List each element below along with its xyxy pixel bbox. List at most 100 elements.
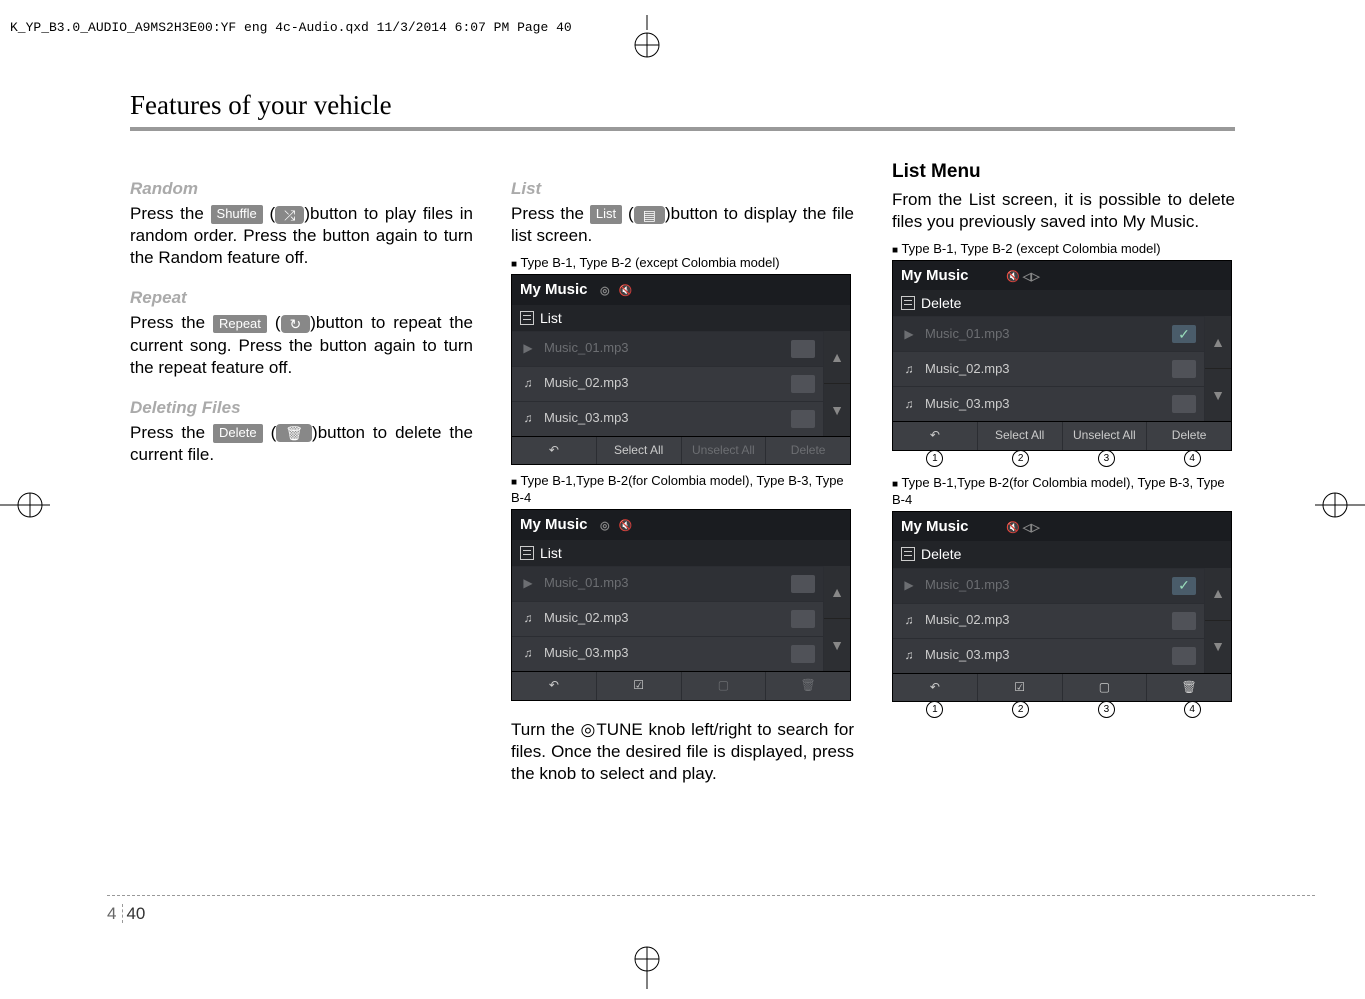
- music-icon: ♫: [901, 362, 917, 378]
- item-badge: [1172, 647, 1196, 665]
- crop-mark-top: [632, 15, 662, 65]
- content-columns: Random Press the Shuffle (⤮)button to pl…: [130, 160, 1235, 785]
- list-item[interactable]: ♫ Music_02.mp3: [893, 351, 1204, 386]
- screen-subtitle: List: [512, 540, 850, 566]
- caption: ■ Type B-1, Type B-2 (except Colombia mo…: [511, 255, 854, 272]
- screen-subtitle: Delete: [893, 290, 1231, 316]
- scroll-down-button[interactable]: ▼: [1205, 368, 1231, 421]
- list-item[interactable]: ♫Music_02.mp3: [893, 603, 1204, 638]
- list-screen-1: My Music ◎ 🔇 List ▶Music_01.mp3 ♫Music_0…: [511, 274, 851, 465]
- list-item-label: Music_03.mp3: [925, 647, 1010, 664]
- scroll-down-button[interactable]: ▼: [1205, 620, 1231, 673]
- crop-mark-left: [0, 490, 50, 520]
- list-menu-para: From the List screen, it is possible to …: [892, 189, 1235, 233]
- list-item[interactable]: ♫ Music_03.mp3: [512, 636, 823, 671]
- list-item[interactable]: ♫Music_03.mp3: [512, 401, 823, 436]
- text: Press the: [130, 204, 211, 223]
- item-badge: [791, 375, 815, 393]
- repeat-para: Press the Repeat (↻)button to repeat the…: [130, 312, 473, 378]
- screen-title: My Music ◎ 🔇: [512, 510, 850, 540]
- item-badge: [791, 340, 815, 358]
- delete-button[interactable]: Delete: [766, 437, 850, 465]
- crop-mark-bottom: [632, 939, 662, 989]
- list-item[interactable]: ▶Music_01.mp3: [512, 331, 823, 366]
- select-all-button[interactable]: ☑: [597, 672, 682, 700]
- callouts: 1 2 3 4: [892, 698, 1235, 718]
- list-item-label: Music_02.mp3: [925, 361, 1010, 378]
- list-item[interactable]: ▶Music_01.mp3✓: [893, 316, 1204, 351]
- list-item[interactable]: ▶Music_01.mp3✓: [893, 568, 1204, 603]
- scroll-up-button[interactable]: ▲: [1205, 316, 1231, 368]
- caption: ■ Type B-1,Type B-2(for Colombia model),…: [511, 473, 854, 507]
- music-icon: ♫: [901, 648, 917, 664]
- item-badge: [791, 610, 815, 628]
- unselect-all-button[interactable]: ▢: [682, 672, 767, 700]
- unselect-all-button[interactable]: Unselect All: [1063, 422, 1148, 450]
- scrollbar: ▲ ▼: [823, 331, 850, 436]
- scroll-up-button[interactable]: ▲: [824, 331, 850, 383]
- screen-footer: ↶ ☑ ▢ 🗑: [512, 671, 850, 700]
- back-button[interactable]: ↶: [893, 674, 978, 702]
- list-item-label: Music_02.mp3: [544, 375, 629, 392]
- print-header: K_YP_B3.0_AUDIO_A9MS2H3E00:YF eng 4c-Aud…: [10, 20, 572, 35]
- list-menu-heading: List Menu: [892, 160, 1235, 185]
- screen-footer: ↶ Select All Unselect All Delete: [893, 421, 1231, 450]
- delete-button[interactable]: 🗑: [766, 672, 850, 700]
- caption-text: Type B-1, Type B-2 (except Colombia mode…: [520, 255, 779, 270]
- scroll-up-button[interactable]: ▲: [824, 566, 850, 618]
- delete-screen-1: My Music 🔇 ◁▷ Delete ▶Music_01.mp3✓ ♫Mus…: [892, 260, 1232, 451]
- unselect-all-button[interactable]: ▢: [1063, 674, 1148, 702]
- list-icon: [520, 311, 534, 325]
- text: Press the: [511, 204, 590, 223]
- play-icon: ▶: [520, 576, 536, 592]
- play-icon: ▶: [901, 578, 917, 594]
- scroll-up-button[interactable]: ▲: [1205, 568, 1231, 620]
- column-3: List Menu From the List screen, it is po…: [892, 160, 1235, 785]
- screen-title: My Music 🔇 ◁▷: [893, 512, 1231, 542]
- music-icon: ♫: [520, 646, 536, 662]
- list-icon: [901, 547, 915, 561]
- back-button[interactable]: ↶: [512, 672, 597, 700]
- scroll-down-button[interactable]: ▼: [824, 383, 850, 436]
- delete-button[interactable]: Delete: [1147, 422, 1231, 450]
- screen-subtitle: List: [512, 305, 850, 331]
- back-button[interactable]: ↶: [893, 422, 978, 450]
- select-all-button[interactable]: ☑: [978, 674, 1063, 702]
- scroll-down-button[interactable]: ▼: [824, 618, 850, 671]
- column-1: Random Press the Shuffle (⤮)button to pl…: [130, 160, 473, 785]
- item-badge: [791, 575, 815, 593]
- music-icon: ♫: [901, 397, 917, 413]
- crop-mark-right: [1315, 490, 1365, 520]
- callout-2: 2: [1012, 701, 1029, 718]
- list-item[interactable]: ♫ Music_03.mp3: [893, 638, 1204, 673]
- list-item-label: Music_01.mp3: [925, 326, 1010, 343]
- list-item-label: Music_03.mp3: [544, 645, 629, 662]
- list-screen-2: My Music ◎ 🔇 List ▶ Music_01.mp3 ♫ Music_0…: [511, 509, 851, 700]
- unselect-all-button[interactable]: Unselect All: [682, 437, 767, 465]
- list-icon: ▤: [634, 206, 665, 224]
- item-badge: [791, 410, 815, 428]
- list-item-label: Music_01.mp3: [544, 575, 629, 592]
- delete-button[interactable]: 🗑: [1147, 674, 1231, 702]
- delete-screen-2: My Music 🔇 ◁▷ Delete ▶Music_01.mp3✓ ♫Mus…: [892, 511, 1232, 702]
- list-item[interactable]: ♫ Music_02.mp3: [512, 366, 823, 401]
- select-all-button[interactable]: Select All: [597, 437, 682, 465]
- list-item[interactable]: ♫Music_03.mp3: [893, 386, 1204, 421]
- music-icon: ♫: [520, 376, 536, 392]
- list-item[interactable]: ▶ Music_01.mp3: [512, 566, 823, 601]
- callout-4: 4: [1184, 450, 1201, 467]
- music-icon: ♫: [520, 611, 536, 627]
- list-item-label: Music_02.mp3: [544, 610, 629, 627]
- page-number: 440: [107, 904, 1315, 924]
- select-all-button[interactable]: Select All: [978, 422, 1063, 450]
- list-button-label: List: [590, 205, 622, 224]
- screen-title: My Music 🔇 ◁▷: [893, 261, 1231, 291]
- list-item[interactable]: ♫ Music_02.mp3: [512, 601, 823, 636]
- section-number: 4: [107, 904, 123, 923]
- shuffle-icon: ⤮: [275, 206, 304, 224]
- list-item-label: Music_01.mp3: [544, 340, 629, 357]
- screen-footer: ↶ ☑ ▢ 🗑: [893, 673, 1231, 702]
- item-badge: [1172, 395, 1196, 413]
- list-heading: List: [511, 178, 854, 200]
- back-button[interactable]: ↶: [512, 437, 597, 465]
